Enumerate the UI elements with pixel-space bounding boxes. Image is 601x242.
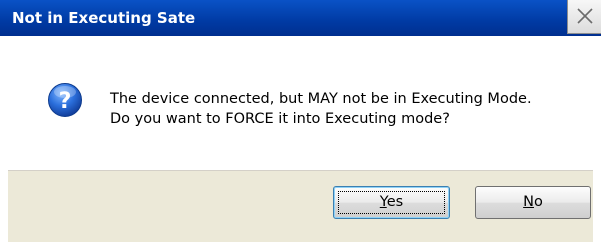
question-icon: ?: [48, 83, 82, 117]
message-text: The device connected, but MAY not be in …: [110, 89, 580, 129]
yes-label-rest: es: [386, 194, 404, 210]
svg-text:?: ?: [59, 89, 72, 114]
message-area: ? The device connected, but MAY not be i…: [8, 36, 593, 170]
message-dialog: Not in Executing Sate ? The device conne…: [0, 0, 601, 242]
no-label-rest: o: [533, 194, 543, 210]
message-line-1: The device connected, but MAY not be in …: [110, 91, 532, 107]
close-button[interactable]: [567, 0, 601, 34]
yes-mnemonic: Y: [379, 194, 387, 210]
title-bar[interactable]: Not in Executing Sate: [0, 0, 601, 36]
yes-button-label: Yes: [380, 194, 403, 210]
window-title: Not in Executing Sate: [12, 9, 196, 27]
no-mnemonic: N: [523, 194, 534, 210]
window-frame-right: [593, 36, 601, 242]
close-icon: [577, 8, 593, 24]
window-frame-left: [0, 36, 8, 242]
message-line-2: Do you want to FORCE it into Executing m…: [110, 111, 450, 127]
no-button[interactable]: No: [475, 186, 591, 219]
yes-button[interactable]: Yes: [333, 186, 450, 219]
no-button-label: No: [523, 194, 543, 210]
